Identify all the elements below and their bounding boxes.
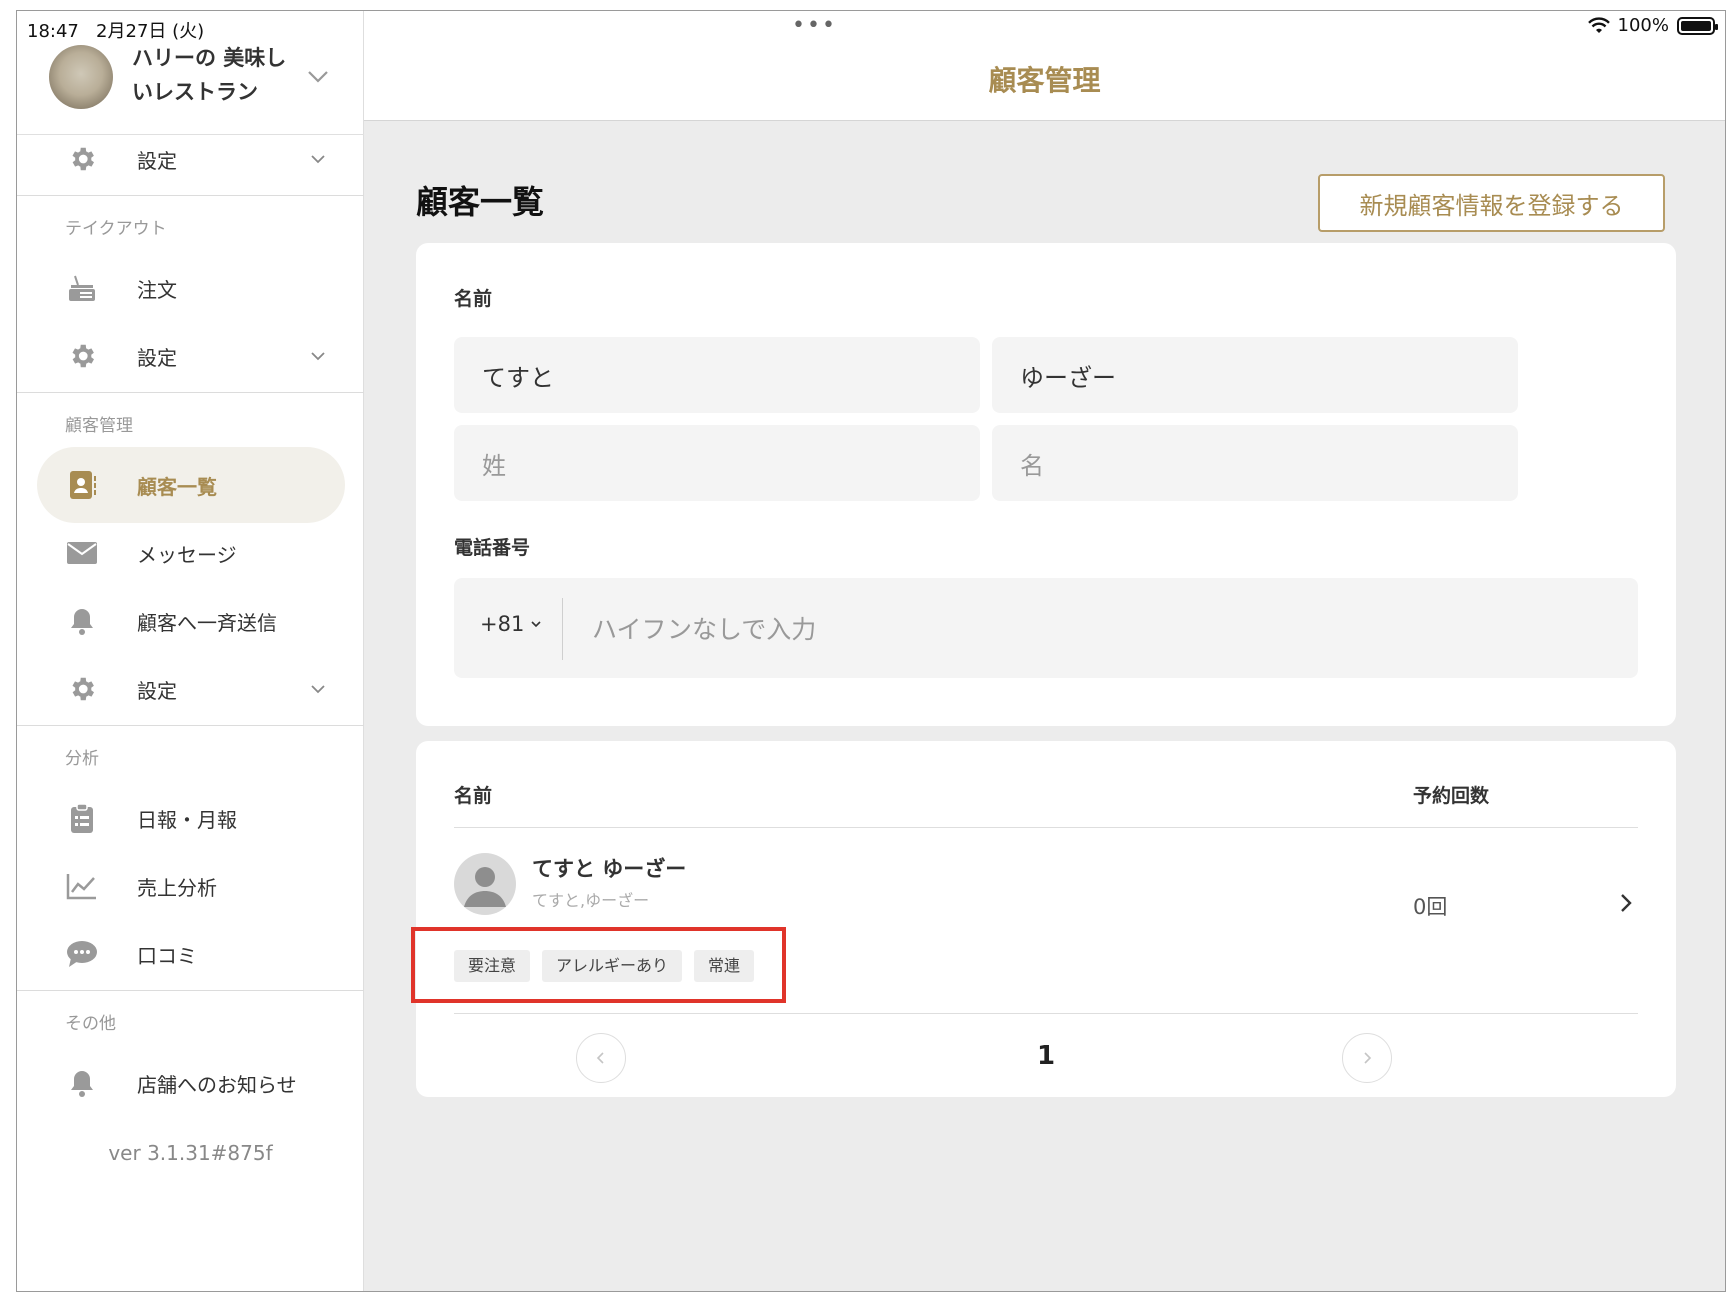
last-name-field[interactable]: 姓	[454, 425, 980, 501]
envelope-icon	[65, 536, 99, 570]
store-avatar	[49, 45, 113, 109]
chevron-down-icon	[531, 621, 541, 628]
divider	[17, 392, 364, 393]
name-label: 名前	[454, 288, 493, 310]
chevron-right-icon	[1364, 1052, 1372, 1064]
sidebar-item-store-notices[interactable]: 店舗へのお知らせ	[17, 1053, 364, 1113]
sidebar: 18:47 2月27日 (火) ハリーの 美味しいレストラン 設定 テイクアウト…	[17, 11, 364, 1291]
store-switcher[interactable]: ハリーの 美味しいレストラン	[17, 11, 364, 135]
search-card: 名前 てすと ゆーざー 姓 名 電話番号 +81 ハイフンなしで入力	[416, 243, 1676, 726]
chevron-left-icon	[596, 1052, 604, 1064]
phone-field: +81 ハイフンなしで入力	[454, 578, 1638, 678]
chevron-right-icon[interactable]	[1616, 891, 1636, 915]
multitasking-dots[interactable]: •••	[792, 13, 837, 38]
main-header: ••• 100% 顧客管理	[364, 11, 1725, 121]
sidebar-item-label: メッセージ	[137, 542, 237, 567]
line-chart-icon	[65, 869, 99, 903]
battery-percent: 100%	[1617, 15, 1669, 36]
sidebar-item-label: 注文	[137, 277, 177, 302]
divider	[562, 598, 563, 660]
customer-list-card: 名前 予約回数 てすと ゆーざー てすと,ゆーざー 0回 要注意 アレルギーあり	[411, 741, 1676, 1097]
sidebar-item-label: 日報・月報	[137, 807, 237, 832]
divider	[17, 725, 364, 726]
sidebar-item-label: 口コミ	[137, 943, 197, 968]
bell-icon	[65, 604, 99, 638]
sidebar-item-label: 設定	[137, 345, 177, 370]
first-name-kana-field[interactable]: ゆーざー	[992, 337, 1518, 413]
section-title-analysis: 分析	[65, 749, 99, 769]
page-title: 顧客一覧	[416, 183, 545, 221]
sidebar-item-messages[interactable]: メッセージ	[17, 523, 364, 583]
tags-highlight-box	[411, 927, 786, 1003]
section-title-customers: 顧客管理	[65, 416, 133, 436]
customer-name: てすと ゆーざー	[532, 857, 687, 881]
sidebar-item-label: 設定	[137, 678, 177, 703]
last-name-kana-field[interactable]: てすと	[454, 337, 980, 413]
sidebar-item-broadcast[interactable]: 顧客へ一斉送信	[17, 591, 364, 651]
wifi-icon	[1587, 16, 1610, 33]
sidebar-item-label: 顧客へ一斉送信	[137, 610, 277, 635]
first-name-field[interactable]: 名	[992, 425, 1518, 501]
phone-label: 電話番号	[454, 537, 531, 559]
register-customer-button[interactable]: 新規顧客情報を登録する	[1318, 174, 1665, 232]
sidebar-item-takeout-settings[interactable]: 設定	[17, 326, 364, 386]
phone-input[interactable]: ハイフンなしで入力	[592, 610, 816, 646]
column-header-name: 名前	[454, 785, 493, 807]
sidebar-item-label: 店舗へのお知らせ	[137, 1072, 297, 1097]
gear-icon	[65, 339, 99, 373]
sidebar-item-customer-settings[interactable]: 設定	[17, 659, 364, 719]
divider	[17, 990, 364, 991]
sidebar-item-label: 設定	[137, 148, 177, 173]
chevron-down-icon	[311, 685, 325, 694]
battery-icon	[1677, 16, 1718, 35]
user-placeholder-icon	[464, 867, 506, 907]
app-version: ver 3.1.31#875f	[108, 1141, 273, 1165]
battery-level	[1681, 20, 1711, 31]
current-page: 1	[1036, 1041, 1056, 1071]
sidebar-item-label: 売上分析	[137, 875, 217, 900]
sidebar-item-takeout-order[interactable]: 注文	[17, 258, 364, 318]
sidebar-item-sales-analysis[interactable]: 売上分析	[17, 856, 364, 916]
chat-bubble-icon	[65, 937, 99, 971]
status-indicators: 100%	[1587, 15, 1718, 36]
divider	[454, 827, 1638, 828]
bell-icon	[65, 1066, 99, 1100]
sidebar-item-reports[interactable]: 日報・月報	[17, 788, 364, 848]
gear-icon	[65, 142, 99, 176]
sidebar-item-customer-list[interactable]: 顧客一覧	[17, 447, 364, 523]
sidebar-item-reviews[interactable]: 口コミ	[17, 924, 364, 984]
header-title: 顧客管理	[988, 64, 1101, 97]
main-content: ••• 100% 顧客管理 顧客一覧 新規顧客情報を登録する 名前 てすと ゆー…	[364, 11, 1725, 1291]
chevron-down-icon	[308, 71, 328, 83]
store-name: ハリーの 美味しいレストラン	[132, 46, 287, 104]
country-code-select[interactable]: +81	[480, 612, 542, 636]
next-page-button[interactable]	[1342, 1033, 1392, 1083]
clipboard-icon	[65, 801, 99, 835]
address-book-icon	[65, 468, 99, 502]
customer-kana: てすと,ゆーざー	[532, 891, 650, 910]
chevron-down-icon	[311, 352, 325, 361]
section-title-takeout: テイクアウト	[65, 219, 167, 239]
avatar	[454, 853, 516, 915]
divider	[454, 1013, 1638, 1014]
sidebar-item-settings-general[interactable]: 設定	[17, 129, 364, 189]
app-window: 18:47 2月27日 (火) ハリーの 美味しいレストラン 設定 テイクアウト…	[16, 10, 1726, 1292]
section-title-other: その他	[65, 1014, 116, 1034]
reservation-count: 0回	[1413, 895, 1448, 919]
chevron-down-icon	[311, 155, 325, 164]
takeout-icon	[65, 271, 99, 305]
gear-icon	[65, 672, 99, 706]
divider	[17, 195, 364, 196]
sidebar-item-label: 顧客一覧	[137, 474, 217, 499]
country-code-value: +81	[480, 612, 525, 636]
prev-page-button[interactable]	[576, 1033, 626, 1083]
column-header-reservations: 予約回数	[1413, 785, 1490, 807]
